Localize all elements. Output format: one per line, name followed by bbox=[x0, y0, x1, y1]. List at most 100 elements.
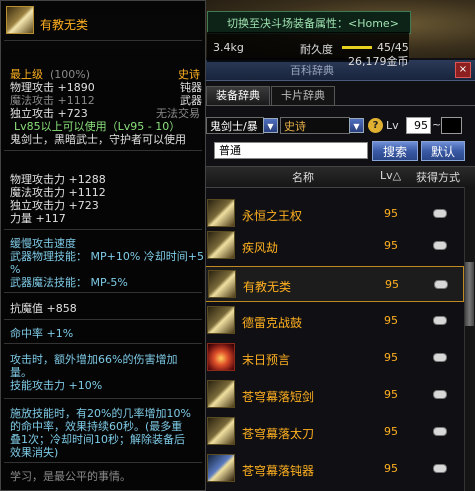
proc-effect: 叠1次；冷却时间10秒；解除装备后 bbox=[10, 433, 185, 446]
stat-line: 魔法攻击力 +1112 bbox=[10, 186, 106, 199]
tab-divider bbox=[204, 105, 475, 106]
acquire-button[interactable] bbox=[433, 209, 447, 218]
level-max-input[interactable] bbox=[441, 117, 462, 134]
weapon-icon bbox=[207, 417, 235, 445]
list-item-selected[interactable]: 有教无类 95 bbox=[204, 266, 464, 302]
indep-attack: 独立攻击 +723 bbox=[10, 107, 88, 120]
column-header-name[interactable]: 名称 bbox=[292, 169, 314, 185]
divider bbox=[4, 398, 202, 399]
divider bbox=[4, 343, 202, 344]
phys-attack: 物理攻击 +1890 bbox=[10, 81, 95, 94]
chevron-down-icon[interactable]: ▼ bbox=[349, 118, 364, 133]
list-item[interactable]: 苍穹幕落短剑 95 bbox=[204, 377, 464, 413]
dictionary-titlebar[interactable] bbox=[204, 60, 475, 81]
grade-percent: (100%) bbox=[50, 68, 91, 81]
search-input[interactable]: 普通 bbox=[214, 142, 368, 159]
item-level: 95 bbox=[384, 207, 398, 220]
item-name: 德雷克战鼓 bbox=[242, 316, 303, 330]
column-header-level[interactable]: Lv△ bbox=[380, 169, 401, 182]
tab-card-dictionary[interactable]: 卡片辞典 bbox=[271, 86, 335, 106]
item-level: 95 bbox=[385, 278, 399, 291]
scrollbar-thumb[interactable] bbox=[465, 262, 474, 326]
weapon-icon bbox=[6, 6, 34, 34]
divider bbox=[4, 229, 202, 230]
item-weight: 3.4kg bbox=[213, 41, 244, 54]
proc-effect: 施放技能时，有20%的几率增加10% bbox=[10, 407, 191, 420]
item-price: 26,179金币 bbox=[348, 55, 409, 68]
weapon-type: 钝器 bbox=[180, 81, 202, 94]
effect-line: % bbox=[10, 263, 21, 276]
close-button[interactable]: × bbox=[455, 62, 471, 78]
column-header-acquire[interactable]: 获得方式 bbox=[416, 169, 460, 185]
level-label: Lv bbox=[386, 119, 399, 132]
class-filter-select[interactable]: 鬼剑士/暴 bbox=[206, 117, 264, 134]
acquire-button[interactable] bbox=[433, 241, 447, 250]
effect-line: 缓慢攻击速度 bbox=[10, 237, 76, 250]
extra-effect: 攻击时，额外增加66%的伤害增加 bbox=[10, 353, 178, 366]
anti-demon-value: 抗魔值 +858 bbox=[10, 302, 77, 315]
list-item[interactable]: 苍穹幕落钝器 95 bbox=[204, 451, 464, 487]
item-level: 95 bbox=[384, 314, 398, 327]
hit-rate: 命中率 +1% bbox=[10, 327, 74, 340]
effect-line: 武器魔法技能： MP-5% bbox=[10, 276, 128, 289]
item-level: 95 bbox=[384, 351, 398, 364]
item-name: 苍穹幕落太刀 bbox=[242, 427, 315, 441]
flavor-text: 学习，是最公平的事情。 bbox=[10, 470, 131, 483]
divider bbox=[4, 150, 202, 151]
item-name: 疾风劫 bbox=[242, 241, 279, 255]
item-level: 95 bbox=[384, 388, 398, 401]
weapon-icon bbox=[207, 231, 235, 259]
weapon-icon bbox=[207, 306, 235, 334]
dictionary-title: 百科辞典 bbox=[290, 64, 334, 77]
list-item[interactable]: 苍穹幕落太刀 95 bbox=[204, 414, 464, 450]
help-icon[interactable]: ? bbox=[368, 118, 383, 133]
item-level: 95 bbox=[384, 239, 398, 252]
list-item[interactable]: 疾风劫 95 bbox=[204, 228, 464, 264]
effect-line: 武器物理技能： MP+10% 冷却时间+5 bbox=[10, 250, 204, 263]
trade-status: 无法交易 bbox=[156, 107, 200, 120]
stat-line: 物理攻击力 +1288 bbox=[10, 173, 106, 186]
acquire-button[interactable] bbox=[433, 353, 447, 362]
acquire-button[interactable] bbox=[433, 390, 447, 399]
durability-label: 耐久度 bbox=[300, 43, 333, 56]
level-min-input[interactable]: 95 bbox=[406, 117, 431, 134]
level-range-separator: ~ bbox=[432, 118, 442, 131]
item-level: 95 bbox=[384, 425, 398, 438]
extra-effect: 技能攻击力 +10% bbox=[10, 379, 103, 392]
rarity-filter-select[interactable]: 史诗 bbox=[280, 117, 350, 134]
acquire-button[interactable] bbox=[433, 316, 447, 325]
item-name: 末日预言 bbox=[242, 353, 291, 367]
tab-equipment-dictionary[interactable]: 装备辞典 bbox=[206, 86, 270, 105]
acquire-button[interactable] bbox=[434, 280, 448, 289]
usable-classes: 鬼剑士，黑暗武士，守护者可以使用 bbox=[10, 133, 186, 146]
item-name: 苍穹幕落短剑 bbox=[242, 390, 315, 404]
fire-icon bbox=[207, 343, 235, 371]
rarity-label: 史诗 bbox=[178, 68, 200, 81]
extra-effect: 量。 bbox=[10, 366, 32, 379]
acquire-button[interactable] bbox=[433, 464, 447, 473]
item-level: 95 bbox=[384, 462, 398, 475]
magic-attack: 魔法攻击 +1112 bbox=[10, 94, 95, 107]
item-category: 武器 bbox=[180, 94, 202, 107]
list-item[interactable]: 末日预言 95 bbox=[204, 340, 464, 376]
proc-effect: 的命中率，效果持续60秒。(最多重 bbox=[10, 420, 183, 433]
list-item[interactable]: 德雷克战鼓 95 bbox=[204, 303, 464, 339]
item-name: 有教无类 bbox=[243, 280, 292, 294]
proc-effect: 效果消失) bbox=[10, 446, 59, 459]
weapon-icon bbox=[208, 270, 236, 298]
weapon-icon bbox=[207, 380, 235, 408]
item-name: 永恒之王权 bbox=[242, 209, 303, 223]
search-button[interactable]: 搜索 bbox=[372, 141, 418, 161]
scrollbar[interactable] bbox=[464, 187, 475, 491]
chevron-down-icon[interactable]: ▼ bbox=[263, 118, 278, 133]
item-name: 有教无类 bbox=[40, 18, 89, 32]
pvp-switch-text: 切换至决斗场装备属性：<Home> bbox=[227, 17, 399, 30]
list-item[interactable]: 永恒之王权 95 bbox=[204, 196, 464, 232]
acquire-button[interactable] bbox=[433, 427, 447, 436]
item-name: 苍穹幕落钝器 bbox=[242, 464, 315, 478]
divider bbox=[4, 292, 202, 293]
weapon-icon bbox=[207, 199, 235, 227]
default-button[interactable]: 默认 bbox=[421, 141, 465, 161]
grade-label: 最上级 bbox=[10, 68, 43, 81]
level-requirement: Lv85以上可以使用（Lv95 - 10） bbox=[14, 120, 181, 133]
